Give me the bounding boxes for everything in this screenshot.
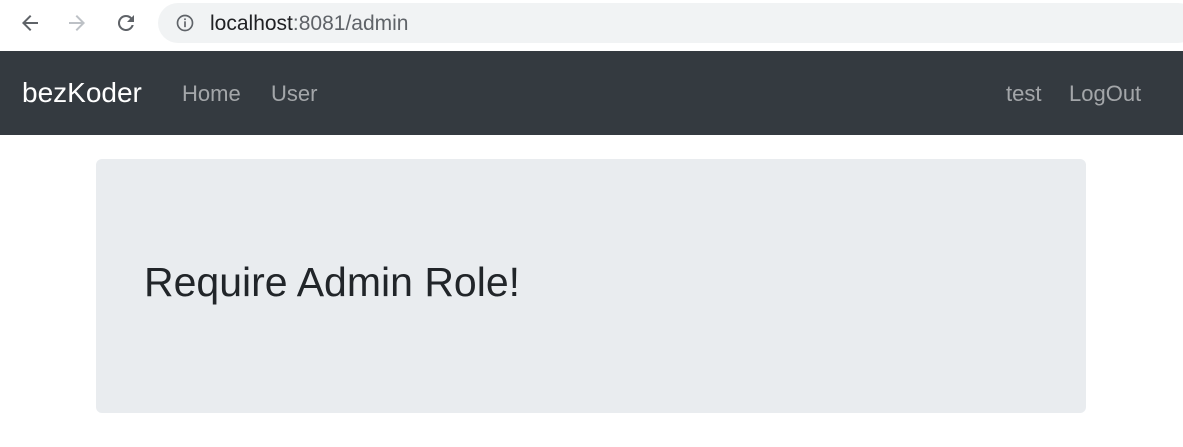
nav-home-link[interactable]: Home <box>182 81 241 107</box>
arrow-left-icon <box>22 15 38 31</box>
back-button[interactable] <box>15 8 45 38</box>
browser-toolbar: localhost:8081/admin <box>0 0 1183 51</box>
reload-icon <box>117 14 134 31</box>
arrow-right-icon <box>69 15 85 31</box>
page-title: Require Admin Role! <box>144 259 521 305</box>
info-icon[interactable] <box>175 13 195 33</box>
url-text[interactable]: localhost:8081/admin <box>210 12 408 36</box>
address-bar[interactable]: localhost:8081/admin <box>158 3 1183 43</box>
nav-username-link[interactable]: test <box>1006 81 1041 107</box>
url-path: :8081/admin <box>292 12 409 35</box>
forward-button[interactable] <box>62 8 92 38</box>
jumbotron: Require Admin Role! <box>96 159 1086 413</box>
app-navbar: bezKoder Home User test LogOut <box>0 51 1183 135</box>
nav-user-link[interactable]: User <box>271 81 317 107</box>
reload-button[interactable] <box>111 8 141 38</box>
logout-link[interactable]: LogOut <box>1069 81 1141 107</box>
url-host: localhost <box>210 12 293 35</box>
brand-link[interactable]: bezKoder <box>22 77 142 109</box>
